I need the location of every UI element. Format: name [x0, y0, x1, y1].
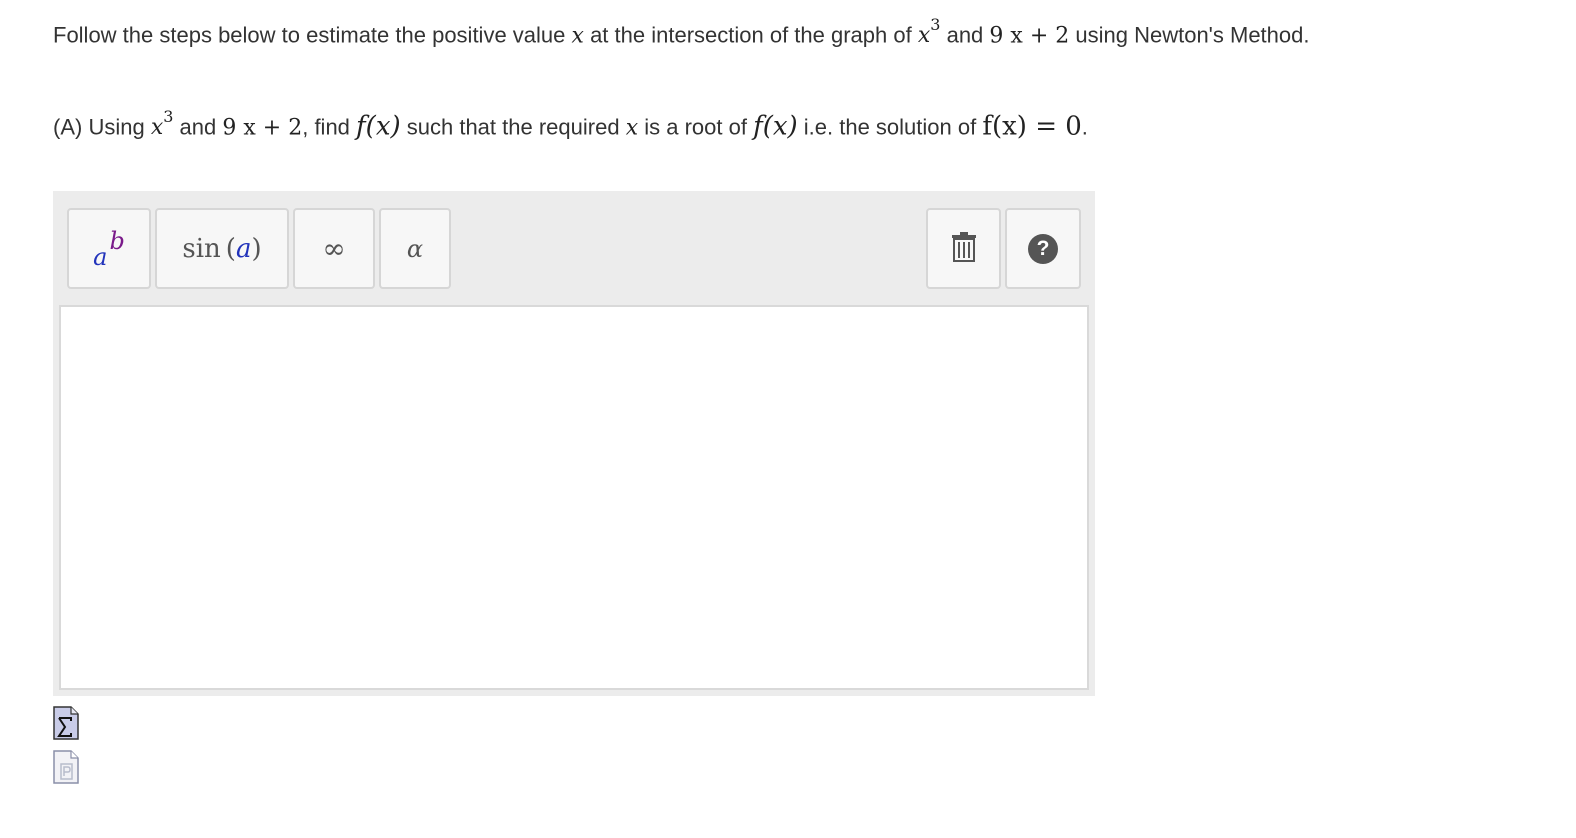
infinity-button[interactable]: ∞: [293, 208, 375, 289]
part-a-such-that: such that the required: [406, 114, 620, 140]
sine-label: sin: [182, 233, 221, 264]
greek-letters-button[interactable]: α: [379, 208, 451, 289]
part-a-variable: x: [625, 115, 639, 141]
clear-button[interactable]: [926, 208, 1001, 289]
part-a-ie: i.e. the solution of: [803, 114, 977, 140]
intro-expression-cubic: x3: [917, 15, 941, 49]
answer-input[interactable]: [59, 305, 1089, 690]
superscript-base: a: [93, 242, 108, 271]
help-icon: ?: [1028, 233, 1058, 264]
sine-argument: a: [235, 233, 252, 264]
part-a-find: , find: [302, 114, 350, 140]
part-a-equation: f(x) = 0: [982, 111, 1082, 142]
intro-and: and: [946, 22, 984, 48]
part-a-cubic-base: x: [150, 115, 164, 141]
part-a-and: and: [179, 114, 217, 140]
superscript-exponent: b: [109, 226, 125, 255]
cubic-base: x: [917, 23, 931, 49]
intro-variable: x: [571, 23, 584, 49]
trash-icon: [951, 231, 977, 267]
intro-middle: at the intersection of the graph of: [590, 22, 912, 48]
sine-function-icon: sin (a): [182, 234, 261, 264]
sine-function-button[interactable]: sin (a): [155, 208, 289, 289]
part-a-expression-linear: 9 x + 2: [222, 115, 303, 141]
sine-close-paren: ): [251, 233, 262, 264]
part-a-expression-cubic: x3: [150, 107, 174, 141]
part-a-prefix: (A) Using: [53, 114, 145, 140]
cubic-exponent: 3: [930, 15, 941, 34]
superscript-icon: ab: [93, 227, 125, 271]
equation-editor-icon[interactable]: [52, 706, 80, 740]
alpha-icon: α: [406, 234, 424, 263]
infinity-icon: ∞: [322, 232, 346, 265]
intro-prefix: Follow the steps below to estimate the p…: [53, 22, 566, 48]
question-intro: Follow the steps below to estimate the p…: [53, 14, 1309, 51]
pdf-document-icon[interactable]: [52, 750, 80, 784]
part-a-root: is a root of: [644, 114, 747, 140]
help-button[interactable]: ?: [1005, 208, 1081, 289]
part-a-function-2: f(x): [753, 111, 798, 142]
part-a-period: .: [1081, 114, 1088, 140]
intro-suffix: using Newton's Method.: [1075, 22, 1310, 48]
math-editor-panel: ab sin (a) ∞ α ?: [53, 191, 1095, 696]
superscript-button[interactable]: ab: [67, 208, 151, 289]
intro-expression-linear: 9 x + 2: [989, 23, 1070, 49]
part-a-prompt: (A) Using x3 and 9 x + 2, find f(x) such…: [53, 106, 1088, 143]
part-a-cubic-exponent: 3: [163, 107, 174, 126]
part-a-function: f(x): [356, 111, 401, 142]
sine-open-paren: (: [225, 233, 236, 264]
